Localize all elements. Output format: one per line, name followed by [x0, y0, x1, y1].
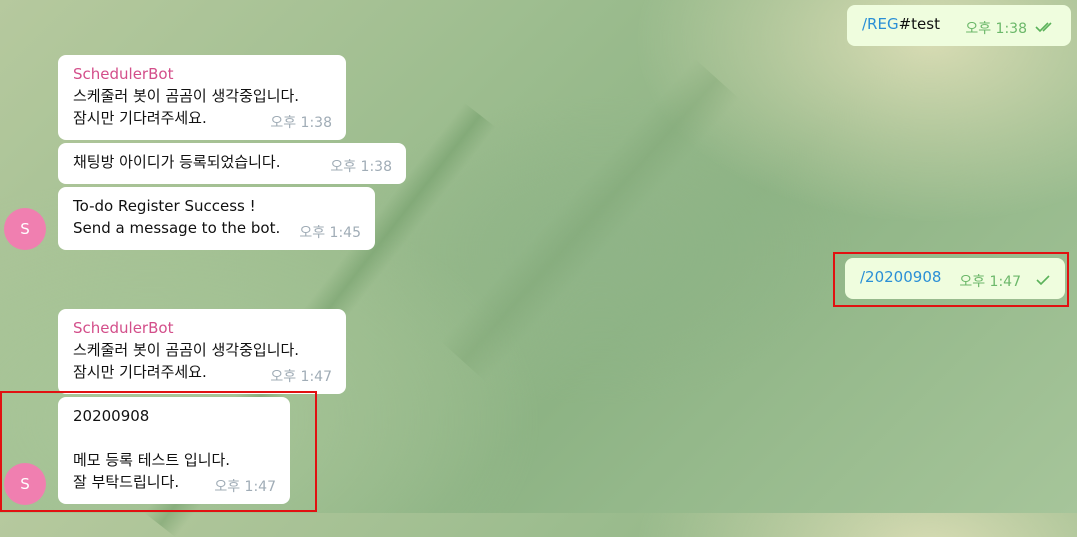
sender-name[interactable]: SchedulerBot	[73, 317, 332, 339]
avatar[interactable]: S	[4, 208, 46, 250]
highlight-box	[0, 391, 317, 512]
incoming-message[interactable]: SchedulerBot 스케줄러 봇이 곰곰이 생각중입니다. 잠시만 기다려…	[58, 309, 346, 394]
message-time: 오후 1:45	[299, 225, 361, 241]
message-line: 스케줄러 봇이 곰곰이 생각중입니다.	[73, 341, 300, 359]
avatar-initial: S	[20, 220, 30, 238]
incoming-message[interactable]: SchedulerBot 스케줄러 봇이 곰곰이 생각중입니다. 잠시만 기다려…	[58, 55, 346, 140]
bot-command-link[interactable]: /REG	[862, 15, 899, 33]
message-time: 오후 1:47	[270, 369, 332, 385]
incoming-message[interactable]: To-do Register Success ! Send a message …	[58, 187, 375, 250]
message-time: 오후 1:38	[965, 21, 1027, 37]
message-line: 스케줄러 봇이 곰곰이 생각중입니다.	[73, 87, 300, 105]
incoming-message[interactable]: 채팅방 아이디가 등록되었습니다. 오후 1:38	[58, 143, 406, 184]
outgoing-message[interactable]: /REG#test 오후 1:38	[847, 5, 1071, 46]
message-time: 오후 1:38	[330, 159, 392, 175]
double-check-icon	[1035, 17, 1057, 39]
message-time: 오후 1:38	[270, 115, 332, 131]
highlight-box	[833, 252, 1069, 307]
message-text: /REG#test	[862, 15, 940, 33]
background-decoration	[440, 58, 740, 382]
sender-name[interactable]: SchedulerBot	[73, 63, 332, 85]
message-line: To-do Register Success !	[73, 197, 256, 215]
